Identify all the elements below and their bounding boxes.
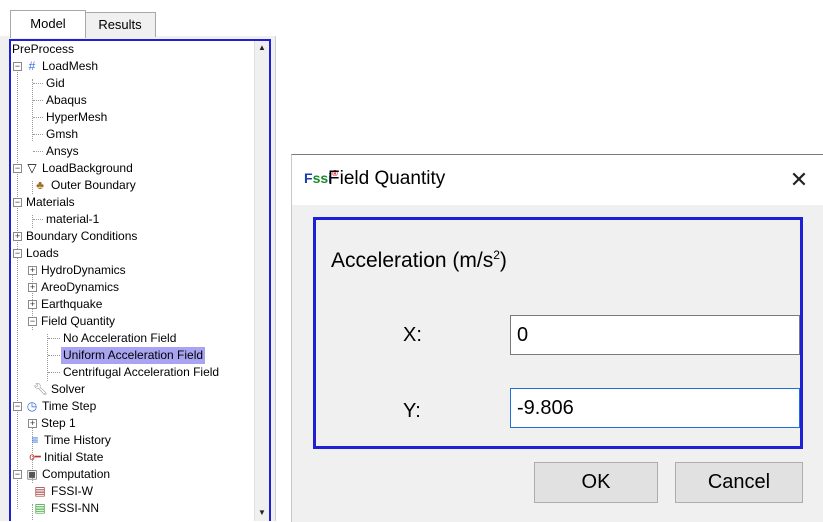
collapse-toggle-icon[interactable]: − bbox=[13, 198, 22, 207]
y-label: Y: bbox=[403, 400, 421, 422]
tab-model[interactable]: Model bbox=[10, 10, 86, 38]
tree-line bbox=[33, 83, 43, 84]
boundary-icon: ♣ bbox=[36, 178, 44, 192]
expand-toggle-icon[interactable]: + bbox=[28, 266, 37, 275]
expand-toggle-icon[interactable]: + bbox=[28, 283, 37, 292]
computer-icon: ▤ bbox=[34, 484, 46, 498]
group-title: Acceleration (m/s2) bbox=[331, 248, 507, 272]
model-tree[interactable]: PreProcess − # LoadMesh Gid Abaqus Hyper… bbox=[9, 39, 271, 521]
time-history-icon: ≡ bbox=[31, 433, 39, 447]
collapse-toggle-icon[interactable]: − bbox=[13, 470, 22, 479]
tree-line bbox=[32, 79, 33, 141]
tree-line bbox=[48, 355, 60, 356]
background-icon: ▽ bbox=[27, 161, 37, 175]
tree-line bbox=[48, 338, 60, 339]
tree-line bbox=[47, 334, 48, 381]
scroll-down-icon[interactable]: ▼ bbox=[258, 508, 266, 517]
acceleration-group: Acceleration (m/s2) X: 0 Y: -9.806 bbox=[313, 217, 803, 449]
collapse-toggle-icon[interactable]: − bbox=[13, 402, 22, 411]
cancel-button[interactable]: Cancel bbox=[675, 462, 803, 503]
tree-line bbox=[33, 134, 43, 135]
x-input[interactable]: 0 bbox=[510, 315, 800, 355]
tree-line bbox=[17, 62, 18, 509]
collapse-toggle-icon[interactable]: − bbox=[13, 249, 22, 258]
collapse-toggle-icon[interactable]: − bbox=[13, 164, 22, 173]
tree-scrollbar[interactable]: ▲ ▼ bbox=[254, 41, 269, 521]
collapse-toggle-icon[interactable]: − bbox=[13, 62, 22, 71]
tree-line bbox=[33, 219, 43, 220]
tree-line bbox=[33, 117, 43, 118]
dialog-titlebar[interactable]: Fssi® Field Quantity ✕ bbox=[292, 155, 823, 205]
mesh-icon: # bbox=[28, 59, 36, 73]
expand-toggle-icon[interactable]: + bbox=[28, 419, 37, 428]
collapse-toggle-icon[interactable]: − bbox=[28, 317, 37, 326]
ok-button[interactable]: OK bbox=[534, 462, 658, 503]
tab-results[interactable]: Results bbox=[84, 12, 156, 37]
tree-line bbox=[33, 151, 43, 152]
wrench-icon: 🔧︎ bbox=[33, 382, 49, 396]
x-label: X: bbox=[403, 324, 422, 346]
cpu-icon: ▣ bbox=[26, 467, 38, 481]
expand-toggle-icon[interactable]: + bbox=[28, 300, 37, 309]
tree-line bbox=[32, 215, 33, 228]
y-input[interactable]: -9.806 bbox=[510, 388, 800, 428]
tree-line bbox=[48, 372, 60, 373]
dialog-title: Field Quantity bbox=[328, 168, 446, 189]
clock-icon: ◷ bbox=[26, 399, 38, 413]
computer-icon: ▤ bbox=[34, 501, 46, 515]
key-icon: o━ bbox=[29, 452, 41, 463]
tree-line bbox=[33, 100, 43, 101]
close-icon[interactable]: ✕ bbox=[784, 165, 814, 195]
field-quantity-dialog: Fssi® Field Quantity ✕ Acceleration (m/s… bbox=[291, 154, 823, 522]
scroll-up-icon[interactable]: ▲ bbox=[258, 43, 266, 52]
expand-toggle-icon[interactable]: + bbox=[13, 232, 22, 241]
